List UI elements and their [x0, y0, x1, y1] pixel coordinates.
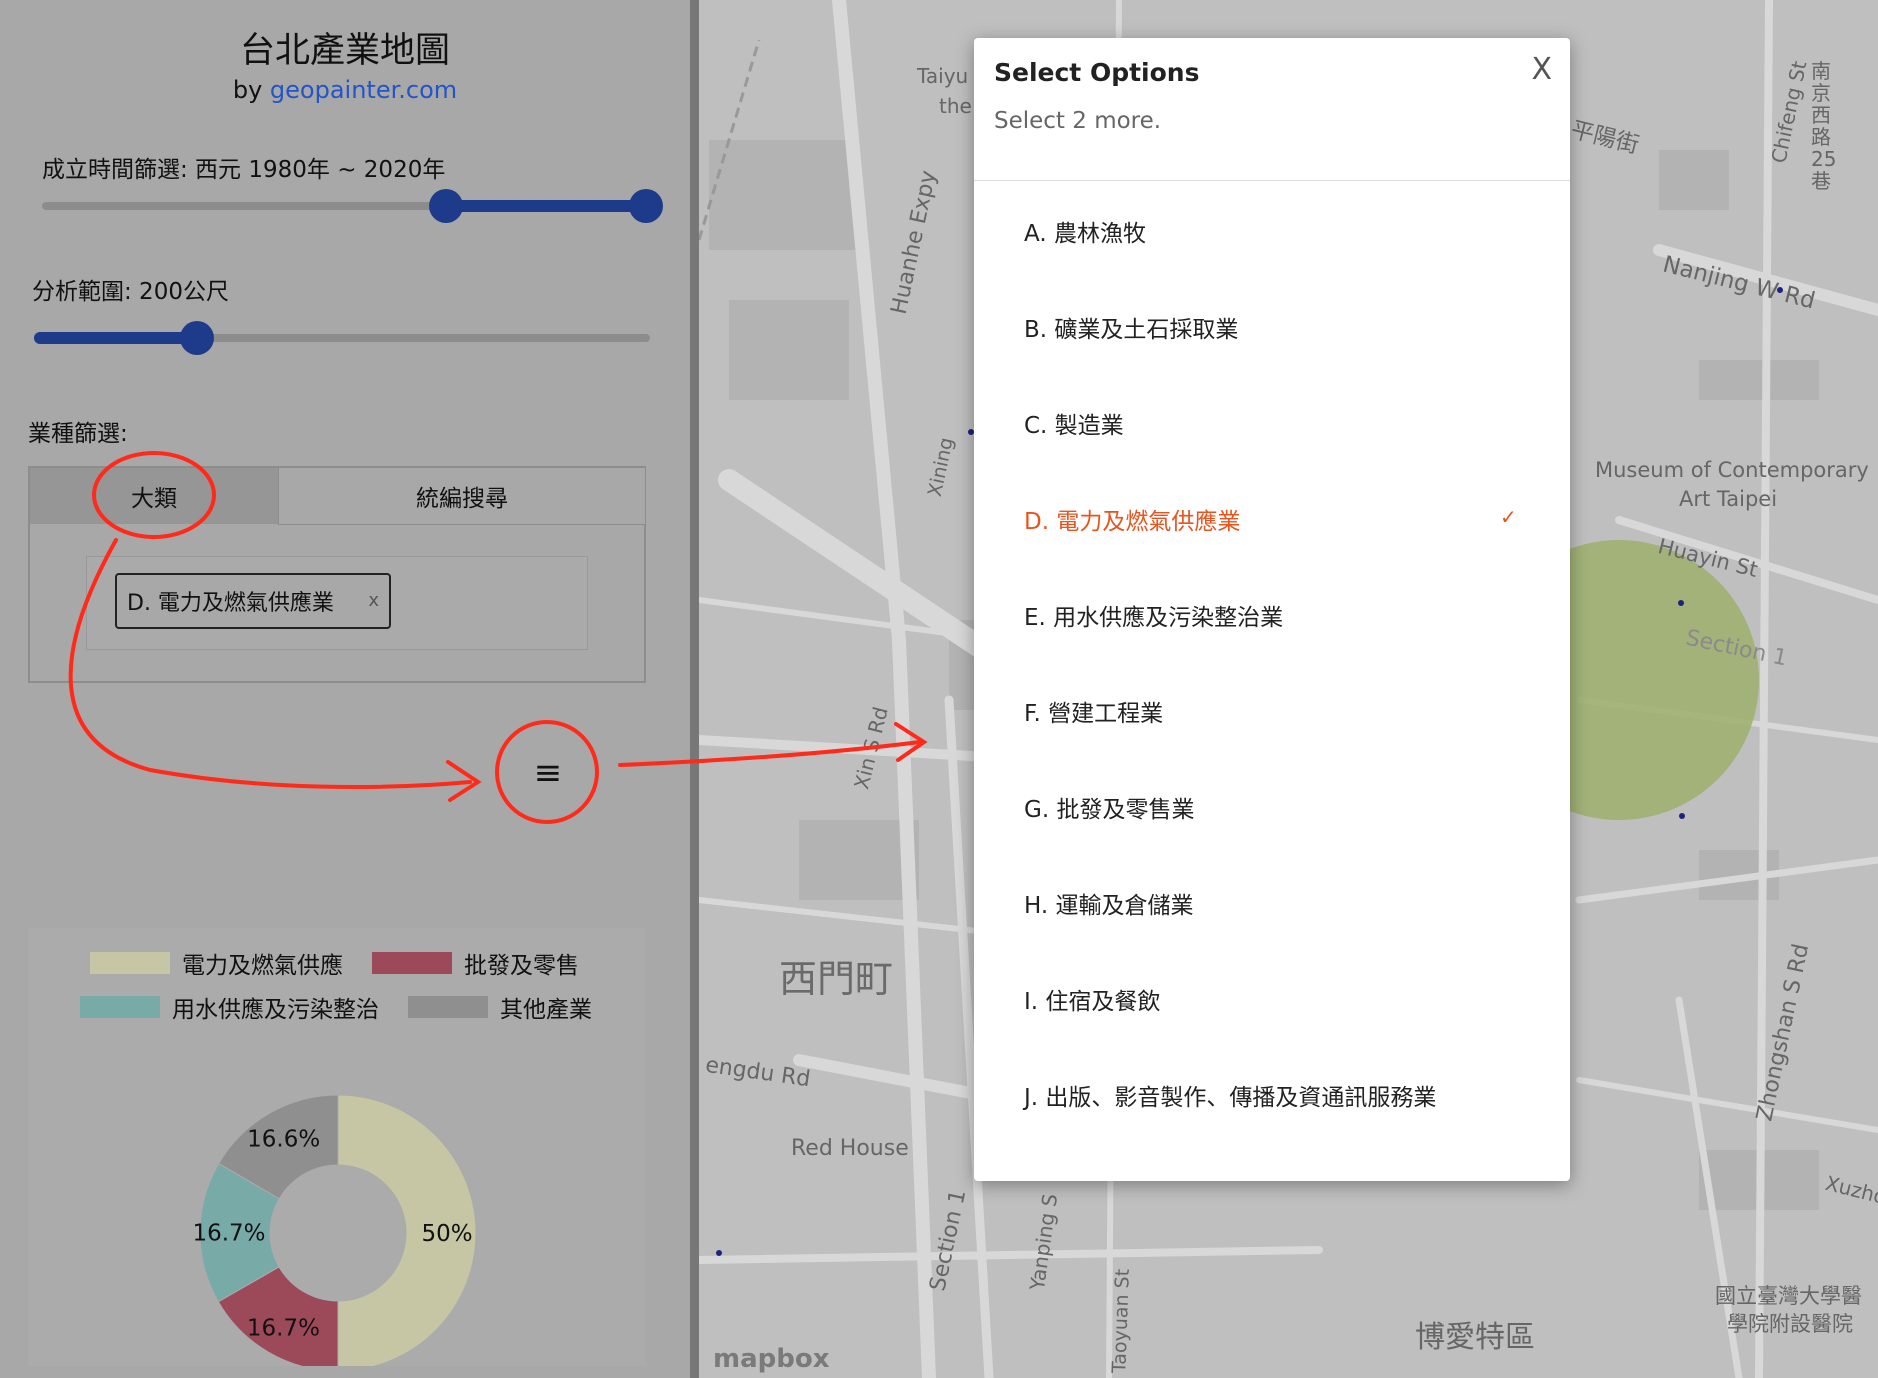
modal-subtitle: Select 2 more. [994, 108, 1162, 134]
option-item[interactable]: C. 製造業 [1024, 403, 1544, 443]
menu-icon[interactable]: ≡ [524, 752, 572, 794]
selected-category-chip: D. 電力及燃氣供應業 x [115, 573, 391, 629]
sidebar-panel: 台北產業地圖 by geopainter.com 成立時間篩選: 西元 1980… [0, 0, 690, 1378]
industry-filter-label: 業種篩選: [28, 421, 128, 447]
option-label: F. 營建工程業 [1024, 701, 1164, 727]
mapbox-logo[interactable]: mapbox [713, 1344, 830, 1374]
option-item[interactable]: E. 用水供應及污染整治業 [1024, 595, 1544, 635]
year-slider-end-handle[interactable] [629, 189, 663, 223]
option-item[interactable]: B. 礦業及土石採取業 [1024, 307, 1544, 347]
range-filter-label: 分析範圍: 200公尺 [32, 279, 229, 305]
business-marker[interactable] [1679, 813, 1685, 819]
slice-label: 50% [421, 1221, 472, 1247]
map-label: Taiyu [917, 64, 969, 88]
year-slider-start-handle[interactable] [429, 189, 463, 223]
option-label: D. 電力及燃氣供應業 [1024, 509, 1241, 535]
map-label: the [939, 94, 972, 118]
business-marker[interactable] [1678, 600, 1684, 606]
industry-chart-card: 電力及燃氣供應 批發及零售 用水供應及污染整治 其他產業 50% 16.7% 16.… [28, 928, 646, 1366]
modal-divider [974, 180, 1570, 181]
map-label: Red House [791, 1136, 909, 1161]
select-options-modal: Select Options Select 2 more. X A. 農林漁牧 B… [974, 38, 1570, 1181]
option-item[interactable]: G. 批發及零售業 [1024, 787, 1544, 827]
business-marker[interactable] [716, 1250, 722, 1256]
option-item[interactable]: H. 運輸及倉儲業 [1024, 883, 1544, 923]
category-select-box[interactable]: D. 電力及燃氣供應業 x [86, 556, 588, 650]
option-item[interactable]: I. 住宿及餐飲 [1024, 979, 1544, 1019]
modal-title: Select Options [994, 58, 1200, 87]
close-icon[interactable]: X [1531, 52, 1552, 87]
chip-label: D. 電力及燃氣供應業 [127, 591, 334, 616]
option-item[interactable]: A. 農林漁牧 [1024, 211, 1544, 251]
option-item[interactable]: F. 營建工程業 [1024, 691, 1544, 731]
donut-chart: 50% 16.7% 16.7% 16.6% [192, 1094, 477, 1366]
option-label: E. 用水供應及污染整治業 [1024, 605, 1284, 631]
option-label: H. 運輸及倉儲業 [1024, 893, 1194, 919]
slice-label: 16.7% [192, 1221, 265, 1247]
panel-divider [690, 0, 699, 1378]
map-label: 博愛特區 [1415, 1320, 1535, 1355]
option-label: B. 礦業及土石採取業 [1024, 317, 1239, 343]
range-slider-handle[interactable] [180, 321, 214, 355]
map-label: 南京西路25巷 [1811, 59, 1837, 193]
option-label: C. 製造業 [1024, 413, 1124, 439]
map-label: Museum of Contemporary [1595, 458, 1869, 482]
slice-label: 16.7% [247, 1315, 320, 1341]
map-label: 國立臺灣大學醫 [1715, 1284, 1862, 1308]
check-icon: ✓ [1500, 505, 1517, 529]
option-item[interactable]: J. 出版、影音製作、傳播及資通訊服務業 [1024, 1075, 1544, 1115]
slice-label: 16.6% [247, 1126, 320, 1152]
byline-prefix: by [232, 76, 270, 104]
industry-tabs: 大類 統編搜尋 D. 電力及燃氣供應業 x [28, 466, 646, 683]
chip-remove-icon[interactable]: x [368, 590, 379, 611]
year-filter-label: 成立時間篩選: 西元 1980年 ~ 2020年 [42, 157, 446, 183]
range-slider-fill [34, 332, 198, 344]
year-slider-fill [446, 200, 646, 212]
option-label: J. 出版、影音製作、傳播及資通訊服務業 [1024, 1085, 1437, 1111]
map-label: Art Taipei [1679, 487, 1778, 511]
tab-category[interactable]: 大類 [30, 468, 278, 524]
tab-tax-id-search[interactable]: 統編搜尋 [278, 468, 645, 525]
map-label: 西門町 [779, 957, 894, 1001]
map-label: 學院附設醫院 [1727, 1312, 1853, 1336]
map-label: Taoyuan St [1108, 1268, 1134, 1374]
option-label: A. 農林漁牧 [1024, 221, 1146, 247]
geopainter-link[interactable]: geopainter.com [270, 76, 457, 104]
option-item[interactable]: D. 電力及燃氣供應業 [1024, 499, 1544, 539]
option-label: I. 住宿及餐飲 [1024, 989, 1161, 1015]
byline: by geopainter.com [0, 76, 690, 104]
app-title: 台北產業地圖 [239, 31, 450, 71]
option-label: G. 批發及零售業 [1024, 797, 1195, 823]
